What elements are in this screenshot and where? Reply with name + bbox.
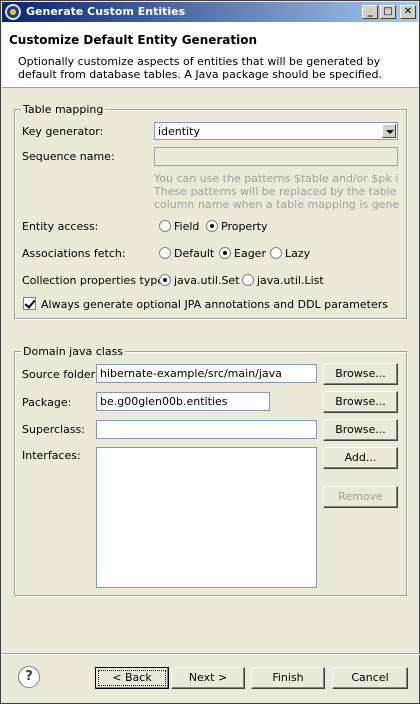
key-generator-combo[interactable]: identity — [154, 122, 398, 140]
page-description: Optionally customize aspects of entities… — [18, 55, 383, 81]
interfaces-add-button[interactable]: Add... — [323, 447, 398, 469]
minimize-button[interactable]: _ — [362, 5, 378, 19]
sequence-hint: You can use the patterns $table and/or $… — [154, 172, 399, 211]
next-button[interactable]: Next > — [171, 667, 245, 689]
eclipse-icon — [5, 4, 21, 20]
superclass-label: Superclass: — [22, 423, 85, 436]
entity-access-field-radio[interactable] — [159, 220, 171, 232]
domain-class-legend: Domain java class — [21, 345, 126, 358]
entity-access-label: Entity access: — [22, 220, 99, 233]
fetch-lazy-label[interactable]: Lazy — [285, 247, 310, 260]
collection-list-label[interactable]: java.util.List — [257, 274, 324, 287]
collection-set-radio[interactable] — [159, 274, 171, 286]
package-value: be.g00glen00b.entities — [100, 395, 228, 408]
fetch-default-label[interactable]: Default — [174, 247, 214, 260]
window-title: Generate Custom Entities — [26, 5, 186, 18]
title-bar: Generate Custom Entities _ □ ✕ — [2, 2, 418, 22]
package-browse-button[interactable]: Browse... — [323, 391, 398, 413]
sequence-hint-line: These patterns will be replaced by the t… — [154, 185, 399, 198]
wizard-header: Customize Default Entity Generation Opti… — [2, 22, 418, 88]
superclass-input[interactable] — [96, 420, 317, 439]
sequence-name-label: Sequence name: — [22, 150, 115, 163]
footer-separator — [1, 653, 420, 655]
back-button[interactable]: < Back — [95, 667, 169, 689]
collection-list-radio[interactable] — [242, 274, 254, 286]
key-generator-value: identity — [158, 125, 200, 138]
associations-fetch-label: Associations fetch: — [22, 247, 126, 260]
interfaces-list[interactable] — [96, 447, 317, 588]
help-icon[interactable]: ? — [18, 666, 40, 688]
entity-access-field-label[interactable]: Field — [174, 220, 199, 233]
superclass-browse-button[interactable]: Browse... — [323, 419, 398, 441]
source-folder-browse-button[interactable]: Browse... — [323, 363, 398, 385]
table-mapping-legend: Table mapping — [21, 103, 106, 116]
source-folder-input[interactable]: hibernate-example/src/main/java — [96, 364, 317, 383]
sequence-hint-line: column name when a table mapping is gene… — [154, 198, 399, 211]
always-generate-checkbox[interactable] — [23, 297, 36, 310]
close-button[interactable]: ✕ — [400, 5, 416, 19]
page-title: Customize Default Entity Generation — [9, 33, 258, 47]
key-generator-label: Key generator: — [22, 125, 104, 138]
sequence-hint-line: You can use the patterns $table and/or $… — [154, 172, 399, 185]
fetch-eager-label[interactable]: Eager — [234, 247, 266, 260]
always-generate-label[interactable]: Always generate optional JPA annotations… — [41, 298, 388, 311]
finish-button[interactable]: Finish — [251, 667, 325, 689]
maximize-button[interactable]: □ — [380, 5, 396, 19]
collection-set-label[interactable]: java.util.Set — [174, 274, 240, 287]
interfaces-label: Interfaces: — [22, 449, 81, 462]
source-folder-label: Source folder: — [22, 368, 99, 381]
fetch-lazy-radio[interactable] — [270, 247, 282, 259]
interfaces-remove-button[interactable]: Remove — [323, 486, 398, 508]
package-input[interactable]: be.g00glen00b.entities — [96, 392, 270, 411]
chevron-down-icon[interactable] — [382, 124, 396, 138]
dialog-window: Generate Custom Entities _ □ ✕ Customize… — [0, 0, 420, 704]
entity-access-property-radio[interactable] — [206, 220, 218, 232]
fetch-eager-radio[interactable] — [219, 247, 231, 259]
package-label: Package: — [22, 396, 72, 409]
sequence-name-input[interactable] — [154, 147, 398, 166]
entity-access-property-label[interactable]: Property — [221, 220, 268, 233]
fetch-default-radio[interactable] — [159, 247, 171, 259]
cancel-button[interactable]: Cancel — [332, 667, 408, 689]
source-folder-value: hibernate-example/src/main/java — [100, 367, 282, 380]
collection-type-label: Collection properties type: — [22, 274, 168, 287]
table-mapping-group: Table mapping — [14, 103, 407, 319]
